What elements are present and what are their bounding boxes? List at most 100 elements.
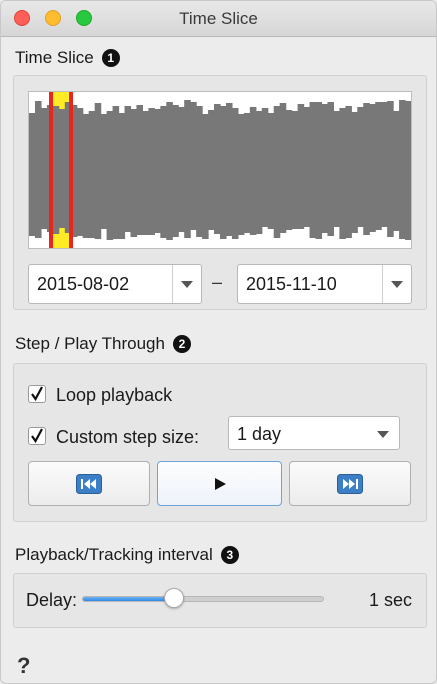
overview-bar [202,114,209,239]
overview-bar [172,105,179,237]
selection-end-handle[interactable] [69,92,73,248]
loop-playback-label: Loop playback [56,385,173,405]
step-size-value: 1 day [237,424,282,444]
delay-label: Delay: [26,590,78,610]
overview-bar [130,109,138,237]
step-play-heading: Step / Play Through 2 [15,334,191,354]
delay-slider-thumb[interactable] [163,588,184,608]
checkmark-icon [31,428,43,444]
help-icon[interactable]: ? [17,653,30,679]
overview-bar [100,114,108,229]
end-date-value: 2015-11-10 [246,274,337,294]
title-bar: Time Slice [1,1,436,37]
overview-bar [196,106,203,237]
overview-bar [178,107,185,232]
delay-slider-track[interactable] [82,596,324,602]
overview-bar [279,103,287,233]
overview-bar [249,107,257,235]
delay-value: 1 sec [368,590,412,610]
overview-bar [315,102,323,239]
overview-bar [112,106,120,239]
overview-bar [381,102,388,227]
overview-bar [142,111,149,235]
step-play-heading-text: Step / Play Through [15,334,165,353]
overview-bar [220,106,227,239]
overview-bar [369,104,376,232]
selection-start-handle[interactable] [49,92,53,248]
overview-graphic [29,92,411,248]
overview-bar [190,102,197,230]
overview-bar [160,106,167,238]
overview-bar [136,105,144,235]
overview-bar [166,102,173,240]
overview-bar [375,102,382,230]
play-icon [214,477,226,490]
overview-bar [357,107,364,227]
time-slice-box: 2015-08-02 – 2015-11-10 [13,75,427,310]
playback-heading: Playback/Tracking interval 3 [15,545,239,565]
custom-step-checkbox[interactable] [28,427,46,445]
checkmark-icon [31,386,43,402]
delay-slider-fill [83,597,175,601]
play-button[interactable] [157,461,282,506]
overview-bar [363,103,370,235]
time-slice-window: Time Slice Time Slice 1 2015-08-02 – 2015… [0,0,437,684]
playback-heading-text: Playback/Tracking interval [15,545,213,564]
overview-bar [399,100,406,239]
overview-bar [53,106,60,234]
loop-playback-checkbox[interactable] [28,385,46,403]
overview-bar [351,112,358,233]
time-slice-heading: Time Slice 1 [15,48,120,68]
overview-bar [333,111,340,227]
overview-bar [273,106,281,238]
overview-bar [148,108,155,235]
overview-bar [34,101,42,238]
start-date-combo[interactable]: 2015-08-02 [28,264,202,304]
overview-bar [309,102,317,238]
date-range-separator: – [212,272,223,292]
overview-bar [285,110,293,230]
overview-bar [208,110,215,230]
overview-bar [255,111,263,234]
overview-bar [243,113,251,233]
overview-bar [124,106,132,232]
window-title: Time Slice [179,9,258,28]
step-forward-button[interactable] [289,461,411,506]
skip-forward-icon [337,473,363,494]
end-date-combo[interactable]: 2015-11-10 [237,264,412,304]
start-date-value: 2015-08-02 [37,274,130,294]
overview-bar [225,103,233,236]
overview-bar [106,111,114,240]
overview-bar [94,103,102,239]
overview-bar [393,111,400,231]
overview-bar [82,114,90,238]
overview-bar [303,107,311,227]
time-slice-overview-chart[interactable] [28,91,412,249]
step-size-select[interactable]: 1 day [228,416,400,450]
overview-bar [29,113,36,236]
section-number-badge: 3 [220,546,239,564]
overview-bar [387,101,394,237]
chevron-down-icon[interactable] [172,265,201,303]
overview-bar [58,109,66,228]
overview-bar [231,108,239,239]
overview-bar [345,106,352,238]
overview-bar [88,111,96,238]
overview-bar [154,109,161,233]
step-back-button[interactable] [28,461,150,506]
overview-bar [214,104,221,234]
skip-back-icon [76,473,102,494]
overview-bar [405,101,411,240]
chevron-down-icon[interactable] [382,265,411,303]
overview-bar [321,104,329,233]
time-slice-heading-text: Time Slice [15,48,94,67]
overview-bar [118,113,126,239]
overview-bar [297,104,305,229]
overview-bar [339,108,346,239]
overview-bar [237,114,245,235]
playback-box: Delay: 1 sec [13,573,427,628]
overview-bar [327,102,335,236]
overview-bar [267,113,275,229]
section-number-badge: 2 [172,335,191,353]
custom-step-label: Custom step size: [56,427,200,447]
